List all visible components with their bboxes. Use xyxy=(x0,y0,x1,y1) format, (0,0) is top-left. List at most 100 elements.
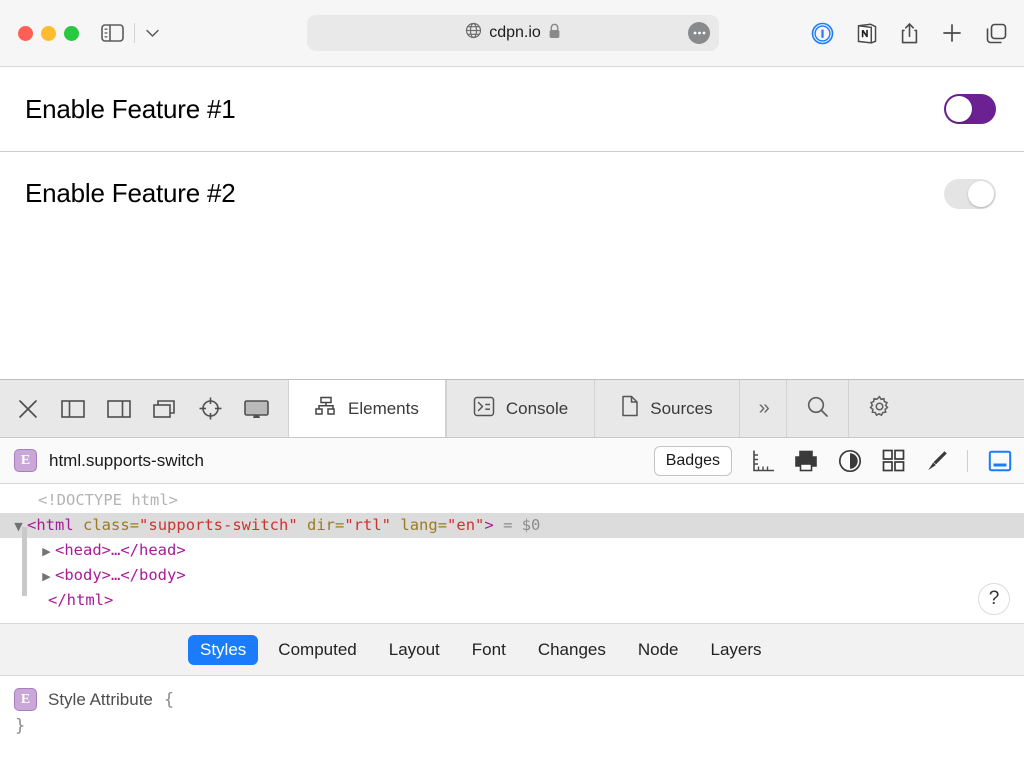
devtools-panel: Elements Console xyxy=(0,379,1024,745)
subtab-layers[interactable]: Layers xyxy=(699,635,774,665)
breadcrumb-actions: Badges xyxy=(654,446,1012,476)
console-icon xyxy=(473,396,495,422)
dom-attr-value-dir: "rtl" xyxy=(344,516,391,534)
dom-attr-name-dir: dir xyxy=(307,516,335,534)
toggle-knob xyxy=(946,96,972,122)
styles-subtab-bar: Styles Computed Layout Font Changes Node… xyxy=(0,624,1024,676)
style-element-badge: E xyxy=(14,688,37,711)
browser-toolbar: cdpn.io xyxy=(0,0,1024,67)
feature-row-1: Enable Feature #1 xyxy=(0,67,1024,151)
dom-tag-open: <html xyxy=(27,516,74,534)
layout-ruler-icon[interactable] xyxy=(752,449,774,472)
subtab-font[interactable]: Font xyxy=(460,635,518,665)
badges-button[interactable]: Badges xyxy=(654,446,732,476)
devtools-search-button[interactable] xyxy=(786,380,848,437)
sidebar-toggle-icon[interactable] xyxy=(101,23,124,43)
dom-attr-name-class: class xyxy=(83,516,130,534)
toggle-knob xyxy=(968,181,994,207)
tab-console-label: Console xyxy=(506,399,568,419)
dom-line-doctype[interactable]: <!DOCTYPE html> xyxy=(0,488,1024,513)
dom-node-body: <body>…</body> xyxy=(55,566,186,584)
onepassword-icon[interactable] xyxy=(811,22,834,45)
tab-console[interactable]: Console xyxy=(446,380,594,437)
toggle-enable-feature-1[interactable] xyxy=(944,94,996,124)
subtab-computed[interactable]: Computed xyxy=(266,635,368,665)
twisty-collapsed-icon[interactable]: ▶ xyxy=(38,564,55,589)
maximize-window-button[interactable] xyxy=(64,26,79,41)
feature-label-2: Enable Feature #2 xyxy=(25,178,236,209)
tab-overview-icon[interactable] xyxy=(985,22,1008,45)
dom-selected-marker: = $0 xyxy=(503,516,540,534)
tab-sources[interactable]: Sources xyxy=(594,380,738,437)
browser-actions xyxy=(811,22,1008,45)
devtools-breadcrumb-bar: E html.supports-switch Badges xyxy=(0,438,1024,484)
subtab-changes[interactable]: Changes xyxy=(526,635,618,665)
print-media-icon[interactable] xyxy=(794,450,818,472)
color-scheme-icon[interactable] xyxy=(838,449,862,473)
dom-tree[interactable]: <!DOCTYPE html> ▼<html class="supports-s… xyxy=(0,484,1024,624)
style-rule-name[interactable]: Style Attribute xyxy=(48,690,153,710)
dom-attr-value-class: "supports-switch" xyxy=(139,516,298,534)
undock-window-icon[interactable] xyxy=(152,397,178,421)
page-viewport: Enable Feature #1 Enable Feature #2 xyxy=(0,67,1024,379)
dock-right-icon[interactable] xyxy=(106,397,132,421)
devtools-settings-button[interactable] xyxy=(848,380,910,437)
style-brace-open: { xyxy=(164,690,174,710)
dom-line-head[interactable]: ▶<head>…</head> xyxy=(0,538,1024,563)
close-window-button[interactable] xyxy=(18,26,33,41)
style-rule-header: E Style Attribute { xyxy=(14,688,1024,711)
sources-icon xyxy=(621,395,639,422)
subtab-layout[interactable]: Layout xyxy=(377,635,452,665)
address-bar[interactable]: cdpn.io xyxy=(307,15,719,51)
chevron-double-right-icon: » xyxy=(759,397,767,420)
minimize-window-button[interactable] xyxy=(41,26,56,41)
elements-icon xyxy=(315,396,337,421)
element-badge: E xyxy=(14,449,37,472)
notion-icon[interactable] xyxy=(856,22,878,45)
tab-elements[interactable]: Elements xyxy=(288,380,446,437)
lock-icon xyxy=(548,23,561,44)
dom-line-body[interactable]: ▶<body>…</body> xyxy=(0,563,1024,588)
window-controls xyxy=(18,26,79,41)
tab-sources-label: Sources xyxy=(650,399,712,419)
dom-attr-name-lang: lang xyxy=(400,516,437,534)
devtools-tabs: Elements Console xyxy=(288,380,1024,437)
dom-attr-value-lang: "en" xyxy=(447,516,484,534)
toolbar-divider xyxy=(134,23,135,43)
tab-elements-label: Elements xyxy=(348,399,419,419)
dom-line-html-close[interactable]: </html> xyxy=(0,588,1024,613)
page-menu-button[interactable] xyxy=(688,22,710,44)
address-bar-text: cdpn.io xyxy=(489,24,541,42)
dom-tag-close-bracket: > xyxy=(484,516,493,534)
breadcrumb[interactable]: html.supports-switch xyxy=(49,451,204,471)
close-devtools-icon[interactable] xyxy=(16,397,40,421)
toggle-enable-feature-2[interactable] xyxy=(944,179,996,209)
paintbrush-icon[interactable] xyxy=(925,449,947,472)
twisty-collapsed-icon[interactable]: ▶ xyxy=(38,539,55,564)
inspect-element-icon[interactable] xyxy=(198,396,223,421)
gear-icon xyxy=(868,395,891,423)
dom-node-head: <head>…</head> xyxy=(55,541,186,559)
indent-guide xyxy=(22,527,27,596)
device-mode-icon[interactable] xyxy=(243,397,270,421)
show-details-sidebar-icon[interactable] xyxy=(988,449,1012,473)
dom-line-html-open[interactable]: ▼<html class="supports-switch" dir="rtl"… xyxy=(0,513,1024,538)
feature-label-1: Enable Feature #1 xyxy=(25,94,236,125)
chevron-down-icon[interactable] xyxy=(145,28,160,38)
breadcrumb-divider xyxy=(967,450,968,472)
devtools-tool-icons xyxy=(0,380,288,437)
share-icon[interactable] xyxy=(900,22,919,45)
style-brace-close: } xyxy=(15,716,1024,736)
new-tab-icon[interactable] xyxy=(941,22,963,44)
tab-overflow-button[interactable]: » xyxy=(739,380,786,437)
address-bar-content: cdpn.io xyxy=(465,22,561,44)
devtools-tabbar: Elements Console xyxy=(0,380,1024,438)
dock-left-icon[interactable] xyxy=(60,397,86,421)
feature-row-2: Enable Feature #2 xyxy=(0,151,1024,235)
sidebar-controls xyxy=(101,23,160,43)
subtab-node[interactable]: Node xyxy=(626,635,691,665)
help-button[interactable]: ? xyxy=(978,583,1010,615)
globe-icon xyxy=(465,22,482,44)
subtab-styles[interactable]: Styles xyxy=(188,635,258,665)
grid-overlay-icon[interactable] xyxy=(882,449,905,472)
